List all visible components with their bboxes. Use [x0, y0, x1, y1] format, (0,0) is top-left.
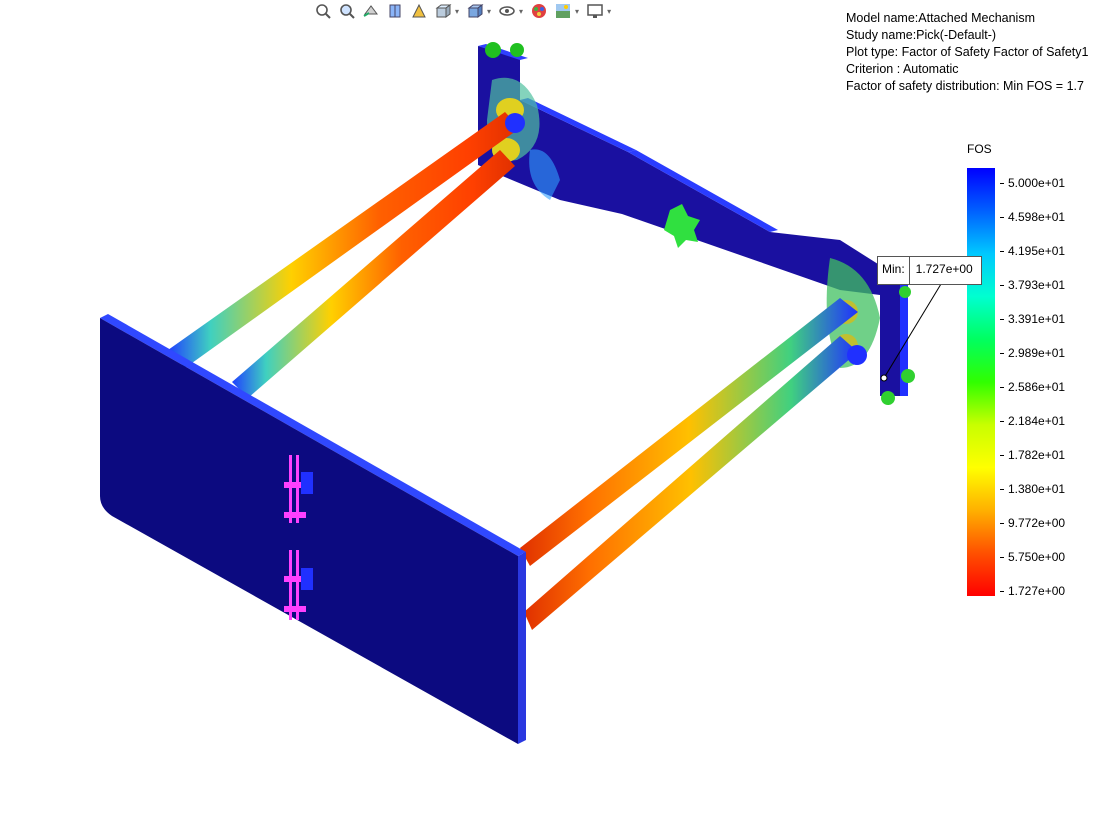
apply-scene-icon [556, 4, 571, 18]
dropdown-caret-icon[interactable]: ▾ [455, 7, 459, 16]
plot-type: Plot type: Factor of Safety Factor of Sa… [846, 45, 1089, 59]
criterion: Criterion : Automatic [846, 62, 959, 76]
view-settings-icon [587, 4, 603, 18]
legend-tick-mark [1000, 285, 1004, 286]
view-settings-button[interactable] [584, 1, 606, 21]
zoom-to-fit-button[interactable] [312, 1, 334, 21]
legend-tick-label: 2.586e+01 [1008, 380, 1066, 394]
previous-view-icon [363, 5, 378, 17]
front-gripper-plate [100, 314, 526, 744]
legend-tick-mark [1000, 251, 1004, 252]
view-orientation-button[interactable] [432, 1, 454, 21]
min-label: Min: [878, 257, 910, 284]
fos-distribution: Factor of safety distribution: Min FOS =… [846, 79, 1084, 93]
dynamic-annotation-icon [412, 3, 426, 18]
legend-tick-labels: 5.000e+01 4.598e+01 4.195e+01 3.793e+01 3.39… [1000, 168, 1100, 598]
legend-tick-label: 5.750e+00 [1008, 550, 1066, 564]
legend-tick-label: 2.184e+01 [1008, 414, 1066, 428]
heads-up-view-toolbar: ▾ ▾ ▾ ▾ ▾ [312, 0, 614, 22]
fos-color-legend[interactable] [967, 168, 995, 596]
legend-tick-label: 3.391e+01 [1008, 312, 1066, 326]
hide-show-items-icon [499, 6, 515, 16]
view-orientation-icon [435, 4, 452, 18]
dropdown-caret-icon[interactable]: ▾ [487, 7, 491, 16]
legend-tick-mark [1000, 319, 1004, 320]
dynamic-annotation-button[interactable] [408, 1, 430, 21]
section-view-icon [389, 4, 401, 18]
dropdown-caret-icon[interactable]: ▾ [575, 7, 579, 16]
min-value: 1.727e+00 [915, 262, 973, 276]
legend-tick-label: 9.772e+00 [1008, 516, 1066, 530]
min-probe-label[interactable]: Min: 1.727e+00 [877, 256, 982, 285]
legend-tick-label: 1.782e+01 [1008, 448, 1066, 462]
zoom-to-area-icon [340, 4, 355, 19]
legend-tick-label: 1.727e+00 [1008, 584, 1066, 598]
legend-tick-mark [1000, 217, 1004, 218]
legend-tick-mark [1000, 455, 1004, 456]
legend-tick-label: 4.598e+01 [1008, 210, 1066, 224]
dropdown-caret-icon[interactable]: ▾ [519, 7, 523, 16]
legend-tick-label: 4.195e+01 [1008, 244, 1066, 258]
legend-tick-mark [1000, 183, 1004, 184]
edit-appearance-button[interactable] [528, 1, 550, 21]
previous-view-button[interactable] [360, 1, 382, 21]
probe-point [880, 374, 888, 382]
apply-scene-button[interactable] [552, 1, 574, 21]
display-style-button[interactable] [464, 1, 486, 21]
legend-tick-label: 3.793e+01 [1008, 278, 1066, 292]
legend-tick-mark [1000, 421, 1004, 422]
section-view-button[interactable] [384, 1, 406, 21]
zoom-to-fit-icon [316, 4, 331, 19]
legend-tick-mark [1000, 387, 1004, 388]
legend-tick-mark [1000, 353, 1004, 354]
legend-tick-label: 5.000e+01 [1008, 176, 1066, 190]
dropdown-caret-icon[interactable]: ▾ [607, 7, 611, 16]
legend-title: FOS [967, 142, 992, 156]
3d-viewport[interactable] [0, 0, 1112, 830]
legend-tick-mark [1000, 523, 1004, 524]
zoom-to-area-button[interactable] [336, 1, 358, 21]
edit-appearance-icon [532, 4, 547, 18]
legend-tick-mark [1000, 591, 1004, 592]
legend-tick-mark [1000, 557, 1004, 558]
study-info-block: Model name:Attached Mechanism Study name… [846, 10, 1088, 95]
hide-show-items-button[interactable] [496, 1, 518, 21]
model-name: Model name:Attached Mechanism [846, 11, 1035, 25]
legend-tick-label: 1.380e+01 [1008, 482, 1066, 496]
study-name: Study name:Pick(-Default-) [846, 28, 997, 42]
display-style-icon [467, 4, 484, 18]
legend-tick-mark [1000, 489, 1004, 490]
legend-tick-label: 2.989e+01 [1008, 346, 1066, 360]
